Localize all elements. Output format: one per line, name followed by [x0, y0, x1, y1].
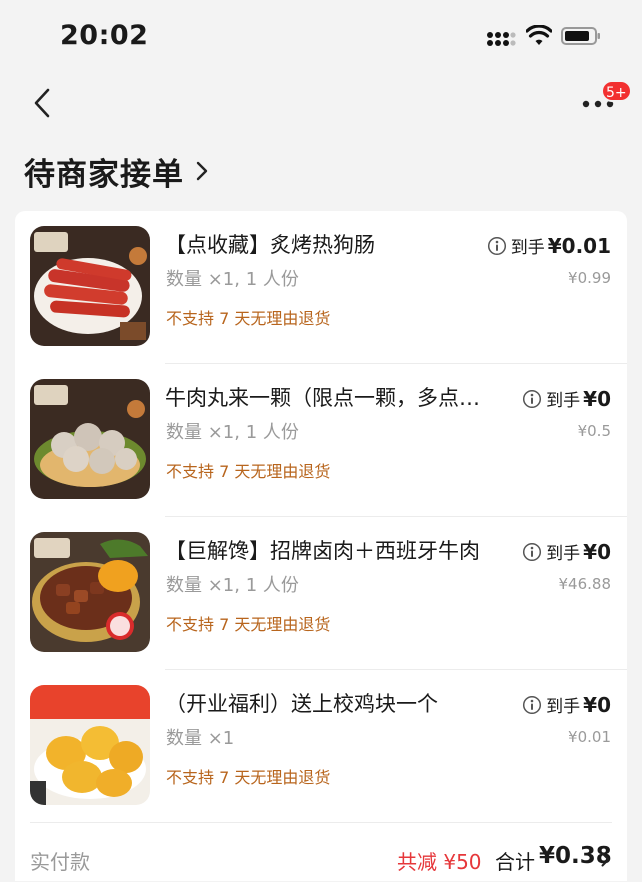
hot-dog-sausage-image: [30, 226, 150, 346]
payment-summary[interactable]: 实付款 共减 ¥50 合计 ¥0.38: [15, 822, 627, 882]
page-title: 待商家接单: [24, 156, 184, 193]
original-price: ¥0.5: [577, 422, 611, 440]
item-price: ¥0: [583, 539, 611, 564]
item-name: （开业福利）送上校鸡块一个: [165, 692, 438, 716]
info-icon[interactable]: [487, 236, 507, 256]
order-items-card: 【点收藏】炙烤热狗肠 数量 ×1, 1 人份 不支持 7 天无理由退货 到手 ¥…: [15, 211, 627, 881]
price-row: 到手 ¥0.01: [487, 233, 611, 258]
status-time: 20:02: [60, 20, 149, 51]
item-price: ¥0: [583, 386, 611, 411]
item-price: ¥0: [583, 692, 611, 717]
item-name: 牛肉丸来一颗（限点一颗，多点不送）: [165, 386, 495, 410]
info-icon[interactable]: [522, 542, 542, 562]
item-name: 【巨解馋】招牌卤肉＋西班牙牛肉: [165, 539, 480, 563]
price-row: 到手 ¥0: [522, 386, 611, 411]
status-bar: 20:02: [0, 0, 642, 70]
item-quantity: 数量 ×1, 1 人份: [166, 422, 299, 443]
back-arrow-icon[interactable]: [30, 86, 54, 120]
battery-icon: [561, 27, 600, 45]
price-label: 到手: [546, 544, 581, 564]
chicken-nugget-image: [30, 685, 150, 805]
signal-icon: [487, 32, 516, 46]
divider: [30, 822, 612, 823]
return-policy: 不支持 7 天无理由退货: [166, 615, 331, 634]
order-status-header[interactable]: 待商家接单: [24, 148, 208, 194]
return-policy: 不支持 7 天无理由退货: [166, 768, 331, 787]
paid-label: 实付款: [30, 850, 90, 874]
item-quantity: 数量 ×1, 1 人份: [166, 575, 299, 596]
braised-pork-image: [30, 532, 150, 652]
original-price: ¥0.01: [568, 728, 611, 746]
info-icon[interactable]: [522, 695, 542, 715]
discount-total: 共减 ¥50: [397, 850, 482, 874]
order-item[interactable]: （开业福利）送上校鸡块一个 数量 ×1 不支持 7 天无理由退货 到手 ¥0 ¥…: [15, 670, 627, 823]
order-item[interactable]: 牛肉丸来一颗（限点一颗，多点不送） 数量 ×1, 1 人份 不支持 7 天无理由…: [15, 364, 627, 517]
price-label: 到手: [546, 391, 581, 411]
beef-ball-image: [30, 379, 150, 499]
item-name: 【点收藏】炙烤热狗肠: [165, 233, 375, 257]
price-label: 到手: [510, 238, 545, 258]
chevron-right-icon: [196, 161, 208, 181]
item-price: ¥0.01: [547, 233, 611, 258]
order-item[interactable]: 【点收藏】炙烤热狗肠 数量 ×1, 1 人份 不支持 7 天无理由退货 到手 ¥…: [15, 211, 627, 364]
item-quantity: 数量 ×1, 1 人份: [166, 269, 299, 290]
original-price: ¥0.99: [568, 269, 611, 287]
price-row: 到手 ¥0: [522, 539, 611, 564]
return-policy: 不支持 7 天无理由退货: [166, 309, 331, 328]
return-policy: 不支持 7 天无理由退货: [166, 462, 331, 481]
order-item[interactable]: 【巨解馋】招牌卤肉＋西班牙牛肉 数量 ×1, 1 人份 不支持 7 天无理由退货…: [15, 517, 627, 670]
notification-badge: 5+: [601, 80, 632, 102]
wifi-icon: [526, 25, 552, 45]
nav-bar: 5+: [0, 70, 642, 140]
original-price: ¥46.88: [558, 575, 612, 593]
price-label: 到手: [546, 697, 581, 717]
info-icon[interactable]: [522, 389, 542, 409]
item-quantity: 数量 ×1: [166, 728, 235, 749]
total-label: 合计: [495, 850, 535, 874]
chevron-right-icon[interactable]: [601, 852, 610, 867]
price-row: 到手 ¥0: [522, 692, 611, 717]
